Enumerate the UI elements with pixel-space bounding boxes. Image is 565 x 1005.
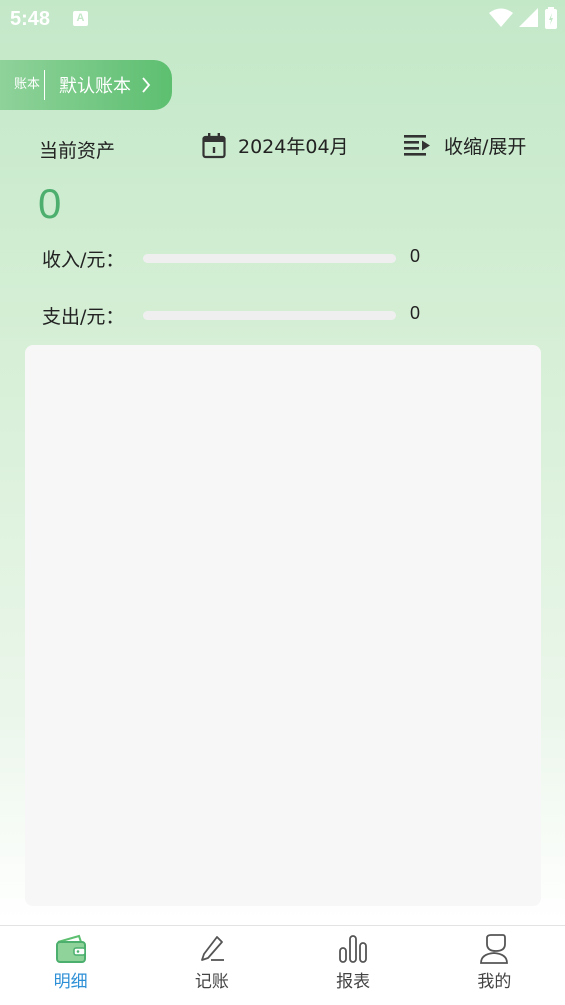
transaction-list-card xyxy=(25,345,541,906)
nav-label-report: 报表 xyxy=(336,972,371,992)
account-tag: 账本 xyxy=(13,77,40,92)
pen-icon xyxy=(200,936,224,961)
wallet-icon xyxy=(55,934,86,963)
user-icon xyxy=(480,934,509,964)
asset-label: 当前资产 xyxy=(39,140,116,162)
status-icons xyxy=(489,7,557,29)
nav-label-mine: 我的 xyxy=(477,972,512,992)
bar-chart-icon xyxy=(339,935,368,963)
income-label: 收入/元： xyxy=(42,249,125,271)
expense-row: 支出/元： 0 xyxy=(0,300,565,330)
account-selector[interactable]: 账本 默认账本 xyxy=(0,60,172,110)
nav-tab-details[interactable]: 明细 xyxy=(0,926,141,1005)
notification-icon: A xyxy=(73,11,88,26)
date-picker[interactable]: 2024年04月 xyxy=(202,132,349,159)
menu-collapse-icon xyxy=(404,134,430,156)
nav-label-record: 记账 xyxy=(194,972,229,992)
status-bar: 5:48 A xyxy=(0,0,565,38)
bottom-nav: 明细 记账 报表 我的 xyxy=(0,925,565,1005)
income-bar xyxy=(143,254,396,263)
nav-label-details: 明细 xyxy=(53,972,88,992)
expense-bar xyxy=(143,311,396,320)
nav-tab-mine[interactable]: 我的 xyxy=(424,926,565,1005)
chevron-right-icon xyxy=(142,77,151,93)
summary-row: 当前资产 2024年04月 收缩/展开 xyxy=(0,132,565,164)
asset-value: 0 xyxy=(38,180,62,227)
collapse-toggle[interactable]: 收缩/展开 xyxy=(404,132,526,159)
date-label: 2024年04月 xyxy=(238,136,349,158)
wifi-icon xyxy=(489,8,513,27)
status-time: 5:48 xyxy=(10,8,51,30)
income-value: 0 xyxy=(410,246,421,266)
nav-tab-record[interactable]: 记账 xyxy=(141,926,282,1005)
income-row: 收入/元： 0 xyxy=(0,243,565,273)
toggle-label: 收缩/展开 xyxy=(444,136,527,158)
pill-divider xyxy=(44,70,45,100)
signal-icon xyxy=(519,8,538,27)
expense-value: 0 xyxy=(410,303,421,323)
expense-label: 支出/元： xyxy=(42,306,125,328)
calendar-icon xyxy=(202,132,226,158)
battery-icon xyxy=(545,7,557,29)
nav-tab-report[interactable]: 报表 xyxy=(283,926,424,1005)
account-name: 默认账本 xyxy=(59,76,131,97)
